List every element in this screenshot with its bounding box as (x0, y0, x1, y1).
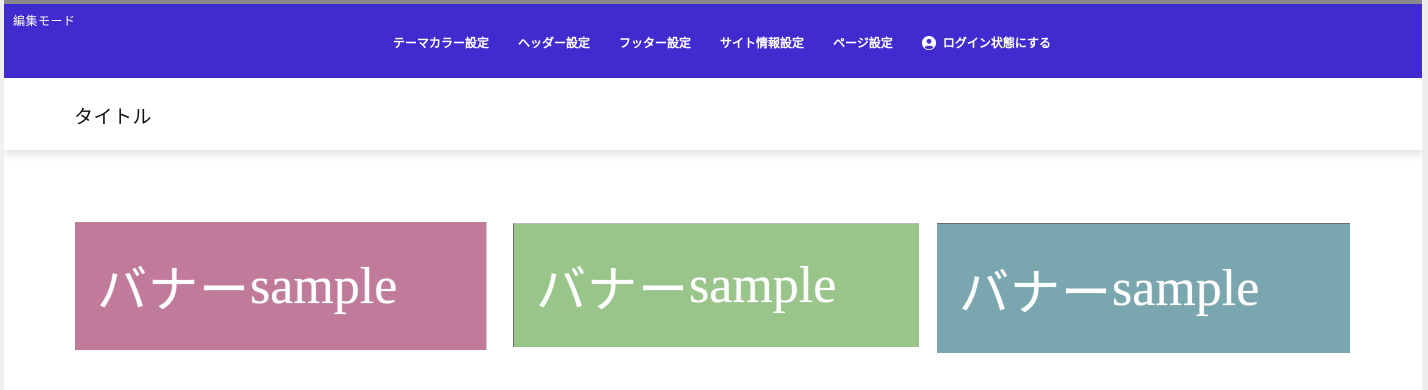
menu-label: サイト情報設定 (720, 36, 805, 50)
user-circle-icon (921, 35, 936, 50)
menu-footer-settings[interactable]: フッター設定 (619, 34, 691, 51)
page-frame: 編集モード テーマカラー設定 ヘッダー設定 フッター設定 サイト情報設定 ページ… (4, 4, 1422, 390)
banner-text-en: sample (1112, 260, 1260, 317)
edit-mode-label: 編集モード (13, 14, 76, 28)
menu-login-state[interactable]: ログイン状態にする (921, 34, 1051, 51)
menu-label: ヘッダー設定 (518, 36, 591, 50)
banner-1[interactable]: バナー sample (75, 222, 487, 350)
menu-label: テーマカラー設定 (393, 36, 490, 50)
edit-menu: テーマカラー設定 ヘッダー設定 フッター設定 サイト情報設定 ページ設定 ログイ… (393, 34, 1051, 51)
site-title[interactable]: タイトル (74, 102, 152, 129)
banner-text-en: sample (689, 257, 837, 314)
banner-text-ja: バナー (959, 263, 1112, 322)
banner-text-en: sample (250, 257, 398, 315)
menu-page-settings[interactable]: ページ設定 (833, 34, 893, 51)
banner-2[interactable]: バナー sample (513, 223, 919, 347)
menu-header-settings[interactable]: ヘッダー設定 (518, 34, 590, 51)
menu-label: ログイン状態にする (942, 36, 1051, 50)
edit-mode-bar: 編集モード テーマカラー設定 ヘッダー設定 フッター設定 サイト情報設定 ページ… (4, 4, 1422, 78)
site-header: タイトル (4, 78, 1422, 150)
menu-theme-color[interactable]: テーマカラー設定 (393, 34, 489, 51)
banner-3[interactable]: バナー sample (937, 223, 1350, 353)
menu-site-info-settings[interactable]: サイト情報設定 (720, 34, 804, 51)
scrollbar-track[interactable] (1422, 0, 1428, 390)
menu-label: ページ設定 (833, 36, 893, 50)
menu-label: フッター設定 (619, 36, 692, 50)
banner-text-ja: バナー (536, 260, 689, 319)
banner-text-ja: バナー (97, 261, 250, 319)
